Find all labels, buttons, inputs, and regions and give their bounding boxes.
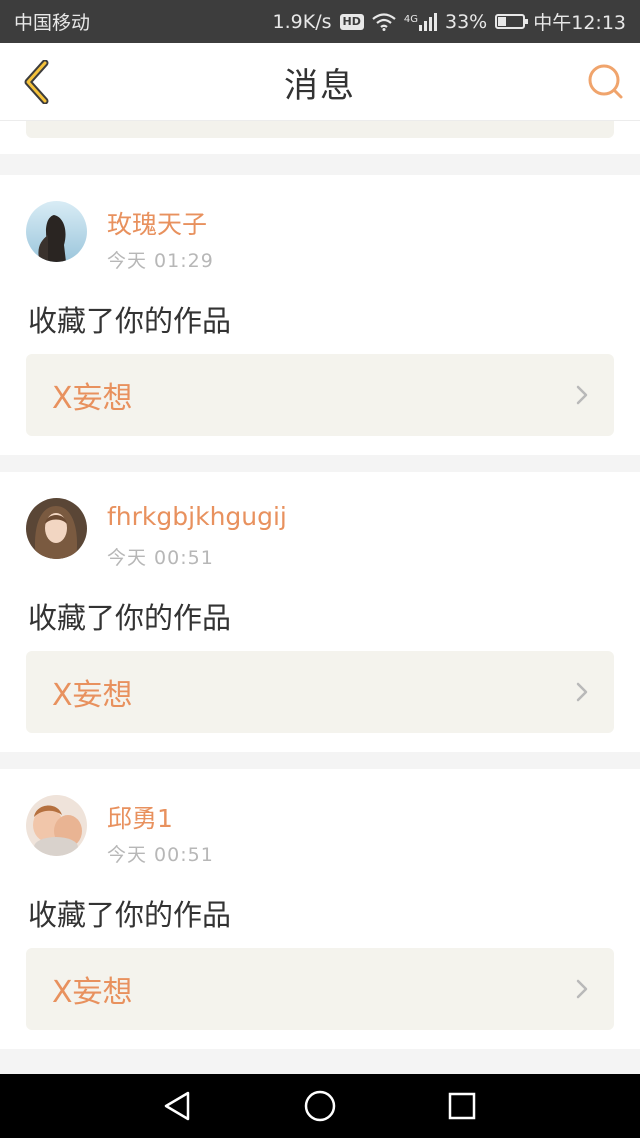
clock: 中午12:13 xyxy=(533,12,626,34)
search-icon xyxy=(588,64,623,99)
work-title: X妄想 xyxy=(52,975,133,1010)
hd-badge: HD xyxy=(339,13,364,30)
work-title: X妄想 xyxy=(52,678,133,713)
battery-icon xyxy=(495,14,529,29)
work-card[interactable]: X妄想 xyxy=(26,948,614,1030)
signal-icon: 4G xyxy=(403,12,437,31)
system-nav-bar xyxy=(0,1074,640,1138)
username[interactable]: 邱勇1 xyxy=(107,799,173,835)
previous-work-card[interactable] xyxy=(26,121,614,138)
nav-home-button[interactable] xyxy=(302,1088,338,1124)
app-header: 消息 xyxy=(0,43,640,121)
message-card: 邱勇1 今天 00:51 收藏了你的作品 X妄想 xyxy=(0,769,640,1049)
action-text: 收藏了你的作品 xyxy=(28,304,232,338)
network-type-label: 4G xyxy=(403,13,418,25)
work-title: X妄想 xyxy=(52,381,133,416)
action-text: 收藏了你的作品 xyxy=(28,898,232,932)
search-button[interactable] xyxy=(584,61,626,103)
nav-home-circle-icon xyxy=(304,1090,336,1122)
page-title: 消息 xyxy=(284,65,356,106)
message-list: 玫瑰天子 今天 01:29 收藏了你的作品 X妄想 fhrkgbjkhgugij… xyxy=(0,121,640,1074)
avatar[interactable] xyxy=(26,498,87,559)
work-card[interactable]: X妄想 xyxy=(26,651,614,733)
previous-card-partial xyxy=(0,121,640,154)
username[interactable]: 玫瑰天子 xyxy=(107,205,207,241)
work-card[interactable]: X妄想 xyxy=(26,354,614,436)
message-time: 今天 01:29 xyxy=(107,250,214,272)
action-text: 收藏了你的作品 xyxy=(28,601,232,635)
nav-back-triangle-icon xyxy=(164,1091,190,1121)
message-time: 今天 00:51 xyxy=(107,547,214,569)
carrier-label: 中国移动 xyxy=(14,12,91,34)
nav-back-button[interactable] xyxy=(160,1088,196,1124)
network-speed: 1.9K/s xyxy=(272,10,332,33)
status-right: 1.9K/s HD 4G 33% 中午12:13 xyxy=(273,8,626,35)
message-card: fhrkgbjkhgugij 今天 00:51 收藏了你的作品 X妄想 xyxy=(0,472,640,752)
status-bar: 中国移动 1.9K/s HD 4G 33% 中午12:13 xyxy=(0,0,640,43)
nav-recent-square-icon xyxy=(448,1092,476,1120)
chevron-right-icon xyxy=(576,682,588,702)
chevron-right-icon xyxy=(576,979,588,999)
battery-percent: 33% xyxy=(445,10,488,33)
wifi-icon xyxy=(372,12,396,31)
username[interactable]: fhrkgbjkhgugij xyxy=(107,502,287,531)
message-card: 玫瑰天子 今天 01:29 收藏了你的作品 X妄想 xyxy=(0,175,640,455)
avatar[interactable] xyxy=(26,201,87,262)
nav-recent-button[interactable] xyxy=(444,1088,480,1124)
message-time: 今天 00:51 xyxy=(107,844,214,866)
avatar[interactable] xyxy=(26,795,87,856)
chevron-right-icon xyxy=(576,385,588,405)
screen: 中国移动 1.9K/s HD 4G 33% 中午12:13 消息 玫瑰天子 今天… xyxy=(0,0,640,1138)
